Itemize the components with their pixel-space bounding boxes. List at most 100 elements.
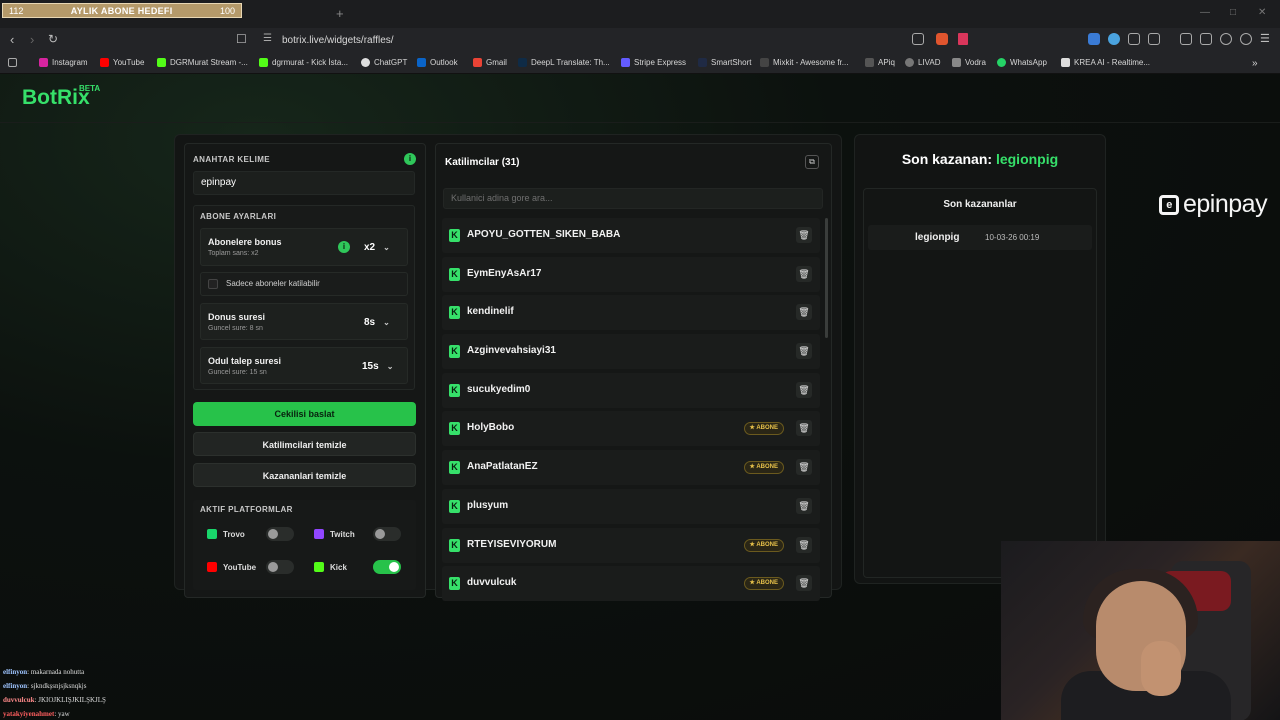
subscriber-badge: ★ ABONE xyxy=(743,577,784,591)
bookmark-item[interactable]: Stripe Express xyxy=(621,58,686,67)
kick-icon: K xyxy=(449,229,460,242)
trash-icon[interactable]: 🗑 xyxy=(796,536,812,553)
reload-icon[interactable]: ↻ xyxy=(48,32,58,46)
chevron-down-icon: ⌄ xyxy=(386,362,394,371)
last-winner-name: legionpig xyxy=(995,151,1059,167)
trovo-toggle[interactable] xyxy=(266,527,294,541)
sub-goal-overlay: 112 AYLIK ABONE HEDEFI 100 xyxy=(2,3,242,18)
extension-icon[interactable] xyxy=(1088,33,1100,45)
bookmark-item[interactable]: Outlook xyxy=(417,58,458,67)
kick-icon: K xyxy=(449,422,460,436)
bookmark-item[interactable]: YouTube xyxy=(100,58,144,67)
platform-youtube: YouTube xyxy=(207,562,256,572)
trash-icon[interactable]: 🗑 xyxy=(796,381,812,398)
trash-icon[interactable]: 🗑 xyxy=(796,420,812,437)
back-icon[interactable]: ‹ xyxy=(10,32,14,47)
participant-row: Kplusyum 🗑 xyxy=(442,488,820,524)
trash-icon[interactable]: 🗑 xyxy=(796,343,812,360)
beta-badge: BETA xyxy=(79,84,101,93)
winner-row xyxy=(868,225,1092,250)
participant-name: duvvulcuk xyxy=(467,577,517,589)
close-icon[interactable]: ✕ xyxy=(1258,7,1266,18)
more-bookmarks-icon[interactable]: » xyxy=(1252,58,1258,69)
trash-icon[interactable]: 🗑 xyxy=(796,227,812,243)
sponsor-logo: e epinpay xyxy=(1159,190,1268,219)
wallet-icon[interactable] xyxy=(1200,33,1212,45)
spin-time-subtitle: Guncel sure: 8 sn xyxy=(208,325,263,332)
apps-icon[interactable] xyxy=(8,58,17,67)
winner-row-date: 10-03-26 00:19 xyxy=(985,233,1040,242)
claim-time-title: Odul talep suresi xyxy=(208,356,282,366)
participant-row: K RTEYISEVIYORUM ★ ABONE 🗑 xyxy=(442,527,820,563)
bookmark-item[interactable]: KREA AI - Realtime... xyxy=(1061,58,1150,67)
leo-icon[interactable] xyxy=(1220,33,1232,45)
bookmark-item[interactable]: DGRMurat Stream -... xyxy=(157,58,248,67)
sidebar-icon[interactable] xyxy=(1148,33,1160,45)
participant-row: Ksucukyedim0 🗑 xyxy=(442,372,820,408)
twitch-toggle[interactable] xyxy=(373,527,401,541)
new-tab-button[interactable]: + xyxy=(336,6,344,21)
maximize-icon[interactable]: □ xyxy=(1230,7,1236,18)
bookmark-item[interactable]: SmartShort xyxy=(698,58,751,67)
participant-list: K APOYU_GOTTEN_SIKEN_BABA 🗑 K EymEnyAsAr17 🗑 K… xyxy=(442,218,820,605)
bookmark-item[interactable]: LIVAD xyxy=(905,58,941,67)
claim-time-select[interactable]: 15s ⌄ xyxy=(362,361,393,372)
kick-icon: K xyxy=(449,499,460,513)
winner-row-name: legionpig xyxy=(915,232,960,243)
forward-icon[interactable]: › xyxy=(30,32,34,47)
trash-icon[interactable]: 🗑 xyxy=(796,459,812,476)
participant-scrollbar[interactable] xyxy=(825,218,828,338)
youtube-toggle[interactable] xyxy=(266,560,294,574)
rewards-icon[interactable] xyxy=(958,33,968,45)
participant-search-input[interactable]: Kullanici adina gore ara... xyxy=(443,188,823,209)
menu-icon[interactable]: ☰ xyxy=(1260,32,1270,45)
youtube-icon xyxy=(207,562,217,572)
bookmark-item[interactable]: Gmail xyxy=(473,58,507,67)
url-field[interactable]: botrix.live/widgets/raffles/ xyxy=(282,35,394,46)
extension-icon[interactable] xyxy=(1108,33,1120,45)
subscriber-badge: ★ ABONE xyxy=(743,461,784,475)
extensions-icon[interactable] xyxy=(1128,33,1140,45)
keyword-input[interactable]: epinpay xyxy=(193,171,415,195)
bookmark-item[interactable]: WhatsApp xyxy=(997,58,1047,67)
participant-name: AnaPatlatanEZ xyxy=(467,461,538,473)
brave-shield-icon[interactable] xyxy=(936,33,948,45)
bookmark-item[interactable]: ChatGPT xyxy=(361,58,407,67)
info-icon[interactable]: i xyxy=(338,241,350,253)
bookmark-item[interactable]: Mixkit - Awesome fr... xyxy=(760,58,848,67)
participant-name: plusyum xyxy=(467,499,509,511)
trash-icon[interactable]: 🗑 xyxy=(796,265,812,282)
participant-row: Kduvvulcuk ★ ABONE 🗑 xyxy=(442,566,820,602)
copy-icon[interactable]: ⧉ xyxy=(805,155,819,169)
keyword-title: ANAHTAR KELIME xyxy=(193,155,271,164)
bookmark-icon[interactable]: ☐ xyxy=(236,32,247,46)
vpn-icon[interactable] xyxy=(1240,33,1252,45)
clear-winners-button[interactable]: Kazananlari temizle xyxy=(193,463,416,487)
bookmark-item[interactable]: Instagram xyxy=(39,58,88,67)
kick-icon: K xyxy=(449,577,460,591)
spin-time-select[interactable]: 8s ⌄ xyxy=(364,317,390,328)
minimize-icon[interactable]: — xyxy=(1200,7,1210,18)
sub-bonus-select[interactable]: x2 ⌄ xyxy=(364,242,390,253)
only-subs-checkbox[interactable] xyxy=(208,279,218,289)
bookmark-item[interactable]: dgrmurat - Kick İsta... xyxy=(259,58,348,67)
bookmark-item[interactable]: Vodra xyxy=(952,58,986,67)
site-info-icon[interactable]: ☰ xyxy=(263,33,272,44)
trash-icon[interactable]: 🗑 xyxy=(796,497,812,514)
start-raffle-button[interactable]: Cekilisi baslat xyxy=(193,402,416,426)
sub-goal-label: AYLIK ABONE HEDEFI xyxy=(70,5,173,16)
clear-participants-button[interactable]: Katilimcilari temizle xyxy=(193,432,416,456)
kick-toggle[interactable] xyxy=(373,560,401,574)
bookmark-item[interactable]: DeepL Translate: Th... xyxy=(518,58,610,67)
share-icon[interactable] xyxy=(912,33,924,45)
participant-row: K APOYU_GOTTEN_SIKEN_BABA 🗑 xyxy=(442,218,820,253)
bookmark-item[interactable]: APiq xyxy=(865,58,895,67)
tab-icon[interactable] xyxy=(1180,33,1192,45)
trash-icon[interactable]: 🗑 xyxy=(796,575,812,592)
sub-bonus-title: Abonelere bonus xyxy=(208,237,282,247)
subscriber-settings-title: ABONE AYARLARI xyxy=(200,212,277,221)
trash-icon[interactable]: 🗑 xyxy=(796,304,812,321)
info-icon[interactable]: i xyxy=(404,153,416,165)
stream-chat-overlay: elfinyon: makarnada nohutta elfinyon: sj… xyxy=(3,665,333,720)
participant-name: kendinelif xyxy=(467,306,514,318)
